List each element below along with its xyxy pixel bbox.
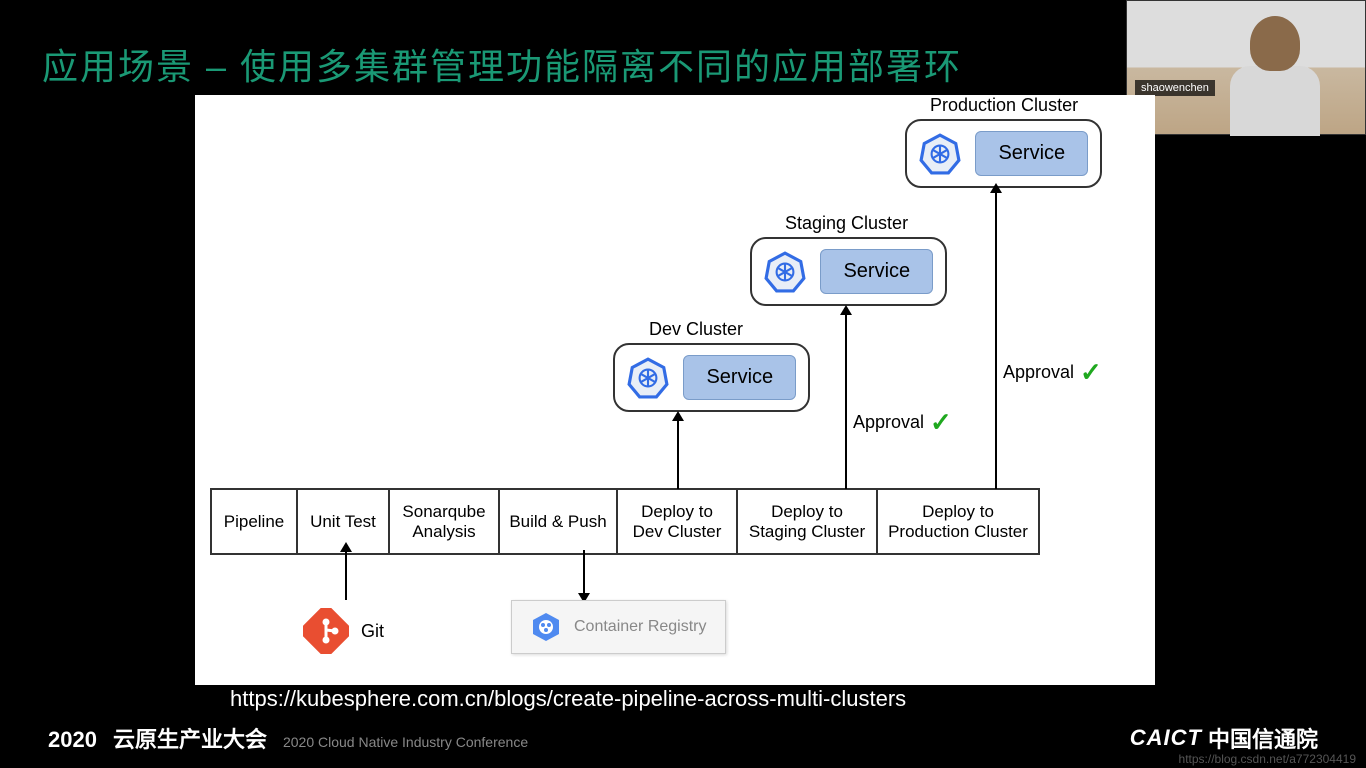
cluster-label-prod: Production Cluster: [930, 95, 1078, 116]
container-registry-icon: [530, 611, 562, 643]
cluster-staging: Service: [750, 237, 947, 306]
reference-url: https://kubesphere.com.cn/blogs/create-p…: [230, 686, 906, 712]
kubernetes-icon: [627, 357, 669, 399]
service-box-dev: Service: [683, 355, 796, 400]
footer-year: 2020: [48, 727, 97, 753]
pipeline-label: Pipeline: [210, 488, 298, 555]
git-icon: [303, 608, 349, 654]
watermark: https://blog.csdn.net/a772304419: [1179, 752, 1356, 766]
cluster-label-staging: Staging Cluster: [785, 213, 908, 234]
stage-sonarqube: Sonarqube Analysis: [390, 488, 500, 555]
stage-deploy-prod: Deploy to Production Cluster: [878, 488, 1040, 555]
approval-prod-label: Approval: [1003, 362, 1074, 383]
diagram-canvas: Production Cluster Service Staging Clust…: [195, 95, 1155, 685]
git-node: Git: [303, 608, 384, 654]
footer-org-cn: 中国信通院: [1208, 722, 1318, 754]
footer-event-cn: 云原生产业大会: [113, 722, 267, 754]
check-icon: ✓: [1080, 357, 1102, 388]
container-registry-label: Container Registry: [574, 618, 707, 636]
kubernetes-icon: [919, 133, 961, 175]
stage-deploy-dev: Deploy to Dev Cluster: [618, 488, 738, 555]
check-icon: ✓: [930, 407, 952, 438]
kubernetes-icon: [764, 251, 806, 293]
cluster-prod: Service: [905, 119, 1102, 188]
footer-event: 2020 云原生产业大会 2020 Cloud Native Industry …: [48, 722, 528, 754]
slide-title: 应用场景 – 使用多集群管理功能隔离不同的应用部署环: [42, 38, 962, 90]
presenter-silhouette: [1215, 11, 1335, 131]
approval-staging: Approval ✓: [853, 407, 952, 438]
stage-build-push: Build & Push: [500, 488, 618, 555]
service-box-staging: Service: [820, 249, 933, 294]
container-registry-node: Container Registry: [511, 600, 726, 654]
service-box-prod: Service: [975, 131, 1088, 176]
approval-staging-label: Approval: [853, 412, 924, 433]
presenter-name: shaowenchen: [1135, 80, 1215, 96]
pipeline-row: Pipeline Unit Test Sonarqube Analysis Bu…: [210, 488, 1040, 555]
webcam-overlay: shaowenchen: [1126, 0, 1366, 135]
footer-event-en: 2020 Cloud Native Industry Conference: [283, 734, 528, 750]
cluster-dev: Service: [613, 343, 810, 412]
stage-deploy-staging: Deploy to Staging Cluster: [738, 488, 878, 555]
git-label: Git: [361, 621, 384, 642]
footer-org-en: CAICT: [1130, 725, 1202, 751]
cluster-label-dev: Dev Cluster: [649, 319, 743, 340]
footer-org: CAICT 中国信通院: [1130, 722, 1318, 754]
approval-prod: Approval ✓: [1003, 357, 1102, 388]
